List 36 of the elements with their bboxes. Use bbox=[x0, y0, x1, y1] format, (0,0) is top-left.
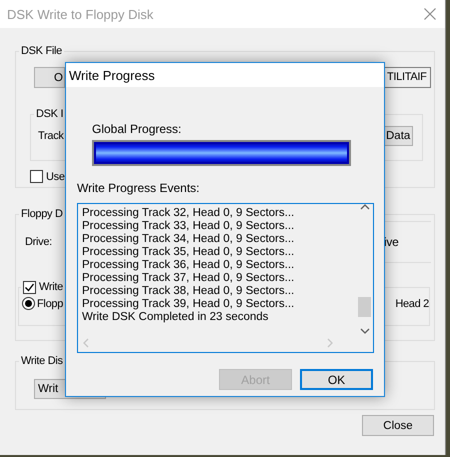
head-label: Head 2 bbox=[395, 298, 429, 310]
file-path-field[interactable]: TILITAIF bbox=[384, 67, 431, 88]
dialog-title: Write Progress bbox=[66, 63, 384, 87]
checkbox-label: Use bbox=[46, 170, 65, 182]
event-line: Processing Track 37, Head 0, 9 Sectors... bbox=[82, 272, 296, 285]
group-label: Floppy D bbox=[20, 208, 64, 221]
events-label: Write Progress Events: bbox=[77, 181, 200, 195]
ok-button[interactable]: OK bbox=[300, 369, 373, 390]
group-label: Write Dis bbox=[20, 355, 64, 368]
chevron-down-icon[interactable] bbox=[360, 328, 370, 334]
group-label: DSK File bbox=[20, 45, 63, 58]
event-line: Processing Track 39, Head 0, 9 Sectors... bbox=[82, 298, 296, 311]
drive-panel-text: ive bbox=[384, 235, 398, 249]
checkbox-label: Write bbox=[39, 281, 63, 294]
file-button[interactable]: O bbox=[34, 67, 65, 88]
close-button[interactable]: Close bbox=[362, 415, 434, 436]
track-label: Track bbox=[38, 130, 64, 142]
progress-label: Global Progress: bbox=[92, 122, 182, 136]
radio-label: Flopp bbox=[37, 298, 64, 310]
checkbox[interactable] bbox=[23, 281, 36, 294]
event-line: Processing Track 35, Head 0, 9 Sectors... bbox=[82, 246, 296, 259]
event-line: Processing Track 38, Head 0, 9 Sectors... bbox=[82, 285, 296, 298]
event-line: Processing Track 32, Head 0, 9 Sectors... bbox=[82, 207, 296, 220]
chevron-up-icon[interactable] bbox=[360, 204, 370, 210]
radio-button[interactable] bbox=[22, 297, 35, 310]
drive-label: Drive: bbox=[25, 236, 52, 248]
scrollbar-thumb[interactable] bbox=[358, 297, 371, 317]
event-line: Write DSK Completed in 23 seconds bbox=[82, 311, 270, 324]
checkbox[interactable] bbox=[30, 170, 43, 183]
event-line: Processing Track 36, Head 0, 9 Sectors... bbox=[82, 259, 296, 272]
events-list[interactable] bbox=[77, 203, 374, 353]
group-label: DSK I bbox=[35, 108, 64, 121]
event-line: Processing Track 33, Head 0, 9 Sectors... bbox=[82, 220, 296, 233]
event-line: Processing Track 34, Head 0, 9 Sectors... bbox=[82, 233, 296, 246]
window-title: DSK Write to Floppy Disk bbox=[7, 6, 154, 22]
close-icon[interactable] bbox=[424, 8, 436, 20]
